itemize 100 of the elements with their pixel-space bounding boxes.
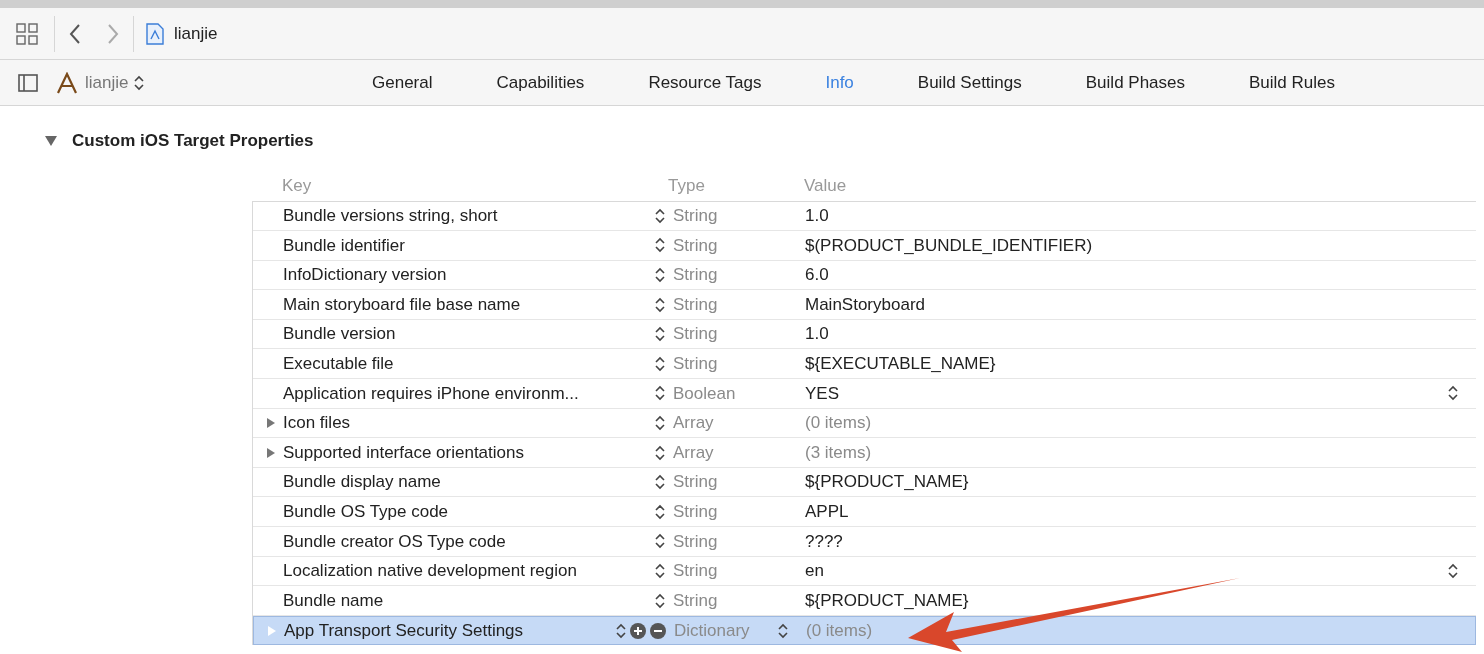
- property-value: ????: [805, 530, 844, 553]
- stepper-icon[interactable]: [655, 267, 665, 283]
- back-icon[interactable]: [69, 23, 81, 44]
- property-value: (0 items): [806, 619, 874, 642]
- property-value: APPL: [805, 501, 850, 523]
- property-type: Boolean: [673, 382, 737, 405]
- stepper-icon[interactable]: [655, 207, 665, 224]
- tab[interactable]: Build Phases: [1068, 69, 1202, 96]
- stepper-icon[interactable]: [134, 74, 145, 91]
- add-icon[interactable]: [630, 622, 646, 639]
- section-title: Custom iOS Target Properties: [72, 130, 314, 152]
- property-value: (3 items): [805, 441, 873, 464]
- stepper-icon[interactable]: [655, 444, 665, 461]
- property-type: String: [673, 501, 719, 523]
- property-row[interactable]: Bundle OS Type code String APPL: [253, 497, 1476, 528]
- property-key: Supported interface orientations: [283, 439, 589, 466]
- property-row[interactable]: Icon files Array (0 items): [253, 408, 1476, 439]
- stepper-icon[interactable]: [655, 562, 665, 579]
- stepper-icon[interactable]: [655, 326, 665, 343]
- stepper-icon[interactable]: [655, 355, 665, 372]
- property-key: Application requires iPhone environm...: [283, 380, 589, 407]
- property-key: Bundle versions string, short: [283, 203, 589, 229]
- popup-stepper-icon[interactable]: [1448, 385, 1458, 402]
- property-value: $(PRODUCT_BUNDLE_IDENTIFIER): [805, 234, 1094, 257]
- property-type: Array: [673, 412, 715, 435]
- property-type: String: [673, 560, 719, 583]
- property-type: Dictionary: [674, 619, 751, 642]
- property-row[interactable]: Bundle creator OS Type code String ????: [253, 527, 1476, 557]
- column-header: Type: [668, 175, 706, 198]
- property-key: Localization native development region: [283, 558, 589, 584]
- stepper-icon[interactable]: [616, 622, 626, 639]
- tab[interactable]: Resource Tags: [631, 69, 779, 96]
- property-value: ${PRODUCT_NAME}: [805, 471, 970, 494]
- property-value: YES: [805, 382, 841, 405]
- property-value: ${PRODUCT_NAME}: [805, 589, 970, 612]
- property-row[interactable]: Localization native development region String en: [253, 556, 1476, 587]
- property-row[interactable]: Supported interface orientations Array (3 items): [253, 438, 1476, 468]
- disclosure-triangle-icon[interactable]: [266, 446, 276, 459]
- property-value: en: [805, 560, 825, 583]
- property-key: Bundle version: [283, 321, 589, 347]
- property-row[interactable]: Main storyboard file base name String MainStoryboard: [253, 290, 1476, 320]
- stepper-icon[interactable]: [655, 503, 665, 520]
- property-key: Bundle display name: [283, 469, 589, 495]
- tab[interactable]: Build Settings: [900, 69, 1039, 96]
- property-row[interactable]: Bundle identifier String $(PRODUCT_BUNDLE_IDENTIFIER): [253, 231, 1476, 261]
- property-type: Array: [673, 441, 715, 464]
- property-type: String: [673, 234, 719, 257]
- sidebar-toggle-icon[interactable]: [17, 73, 38, 92]
- property-key: Bundle OS Type code: [283, 499, 589, 525]
- property-type: String: [673, 264, 719, 287]
- stepper-icon[interactable]: [655, 296, 665, 313]
- property-key: InfoDictionary version: [283, 262, 589, 288]
- property-value: 1.0: [805, 205, 830, 228]
- property-row[interactable]: Executable file String ${EXECUTABLE_NAME}: [253, 349, 1476, 380]
- property-value: (0 items): [805, 412, 873, 435]
- property-key: Bundle creator OS Type code: [283, 528, 589, 555]
- property-type: String: [673, 293, 719, 316]
- stepper-icon[interactable]: [655, 474, 665, 491]
- property-type: String: [673, 205, 719, 228]
- property-value: 1.0: [805, 323, 830, 346]
- property-key: Main storyboard file base name: [283, 291, 589, 318]
- property-type: String: [673, 471, 719, 494]
- property-type: String: [673, 530, 719, 553]
- property-row[interactable]: Bundle display name String ${PRODUCT_NAME}: [253, 467, 1476, 498]
- stepper-icon[interactable]: [655, 237, 665, 254]
- property-key: App Transport Security Settings: [284, 617, 590, 644]
- breadcrumb-file[interactable]: lianjie: [174, 20, 218, 47]
- property-key: Executable file: [283, 351, 589, 377]
- property-row[interactable]: Bundle versions string, short String 1.0: [253, 201, 1476, 232]
- property-value: MainStoryboard: [805, 293, 926, 316]
- project-file-icon: [146, 22, 164, 45]
- property-row[interactable]: Bundle version String 1.0: [253, 319, 1476, 350]
- property-value: 6.0: [805, 264, 830, 287]
- column-header: Key: [282, 175, 313, 198]
- stepper-icon[interactable]: [778, 622, 788, 639]
- column-header: Value: [804, 175, 847, 198]
- grid-icon[interactable]: [16, 22, 38, 45]
- section-disclosure-icon[interactable]: [44, 134, 58, 147]
- property-key: Bundle name: [283, 587, 589, 614]
- remove-icon[interactable]: [650, 622, 666, 639]
- target-selector[interactable]: lianjie: [55, 69, 355, 96]
- property-type: String: [673, 353, 719, 375]
- tab[interactable]: General: [355, 69, 450, 96]
- property-row[interactable]: Application requires iPhone environm... Boolean YES: [253, 379, 1476, 409]
- property-key: Icon files: [283, 410, 589, 436]
- property-key: Bundle identifier: [283, 232, 589, 259]
- disclosure-triangle-icon[interactable]: [266, 416, 276, 429]
- stepper-icon[interactable]: [655, 533, 665, 550]
- stepper-icon[interactable]: [655, 414, 665, 431]
- property-value: ${EXECUTABLE_NAME}: [805, 353, 997, 375]
- property-type: String: [673, 323, 719, 346]
- popup-stepper-icon[interactable]: [1448, 562, 1458, 579]
- stepper-icon[interactable]: [655, 385, 665, 402]
- tab[interactable]: Build Rules: [1232, 69, 1352, 96]
- property-row[interactable]: InfoDictionary version String 6.0: [253, 260, 1476, 291]
- tab[interactable]: Info: [808, 69, 871, 96]
- property-type: String: [673, 589, 719, 612]
- tab[interactable]: Capabilities: [479, 69, 602, 96]
- app-target-icon: [55, 71, 79, 94]
- stepper-icon[interactable]: [655, 592, 665, 609]
